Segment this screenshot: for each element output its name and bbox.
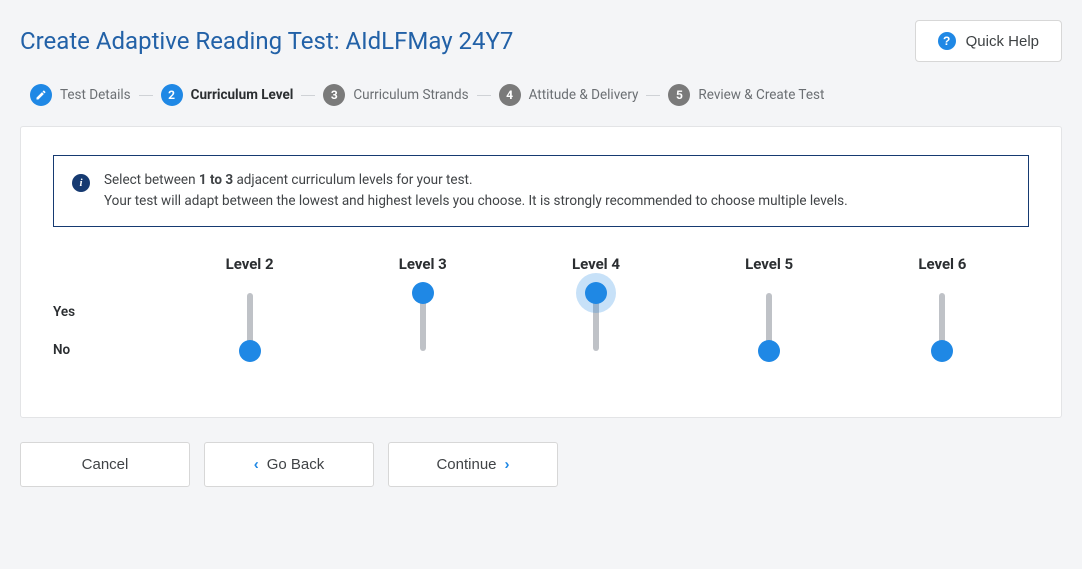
step-2[interactable]: 2 Curriculum Level: [161, 84, 294, 106]
level-column-4: Level 5: [684, 255, 854, 351]
chevron-left-icon: ‹: [254, 456, 259, 473]
quick-help-button[interactable]: ? Quick Help: [915, 20, 1062, 62]
level-header: Level 5: [745, 255, 793, 273]
level-slider-track[interactable]: [420, 293, 426, 351]
info-text: Select between 1 to 3 adjacent curriculu…: [104, 170, 848, 212]
step-circle: 2: [161, 84, 183, 106]
step-circle: [30, 84, 52, 106]
level-slider-track[interactable]: [766, 293, 772, 351]
step-5[interactable]: 5 Review & Create Test: [668, 84, 824, 106]
level-slider-handle[interactable]: [239, 340, 261, 362]
level-slider-handle[interactable]: [412, 282, 434, 304]
level-column-2: Level 3: [338, 255, 508, 351]
levels-grid: Level 2 Level 3 Level 4 Level 5 Level 6: [163, 255, 1029, 351]
level-slider-track[interactable]: [247, 293, 253, 351]
yes-no-labels: Yes No: [53, 255, 163, 369]
curriculum-level-panel: i Select between 1 to 3 adjacent curricu…: [20, 126, 1062, 418]
go-back-button[interactable]: ‹ Go Back: [204, 442, 374, 487]
levels-area: Yes No Level 2Level 3Level 4Level 5Level…: [53, 255, 1029, 369]
level-column-5: Level 6: [857, 255, 1027, 351]
step-4[interactable]: 4 Attitude & Delivery: [499, 84, 639, 106]
step-label: Curriculum Level: [191, 87, 294, 103]
level-column-1: Level 2: [165, 255, 335, 351]
level-header: Level 2: [226, 255, 274, 273]
no-label: No: [53, 331, 163, 369]
level-header: Level 3: [399, 255, 447, 273]
step-circle: 4: [499, 84, 521, 106]
cancel-button[interactable]: Cancel: [20, 442, 190, 487]
pencil-icon: [35, 89, 47, 101]
step-3[interactable]: 3 Curriculum Strands: [323, 84, 468, 106]
step-separator: [477, 95, 491, 96]
step-circle: 5: [668, 84, 690, 106]
yes-label: Yes: [53, 293, 163, 331]
level-slider-track[interactable]: [939, 293, 945, 351]
level-column-3: Level 4: [511, 255, 681, 351]
stepper: Test Details 2 Curriculum Level 3 Curriculum…: [20, 84, 1062, 106]
step-separator: [301, 95, 315, 96]
info-box: i Select between 1 to 3 adjacent curricu…: [53, 155, 1029, 227]
chevron-right-icon: ›: [505, 456, 510, 473]
step-label: Test Details: [60, 87, 131, 103]
quick-help-label: Quick Help: [966, 33, 1039, 50]
level-header: Level 4: [572, 255, 620, 273]
step-separator: [646, 95, 660, 96]
level-slider-handle[interactable]: [758, 340, 780, 362]
level-header: Level 6: [918, 255, 966, 273]
step-separator: [139, 95, 153, 96]
step-circle: 3: [323, 84, 345, 106]
level-slider-track[interactable]: [593, 293, 599, 351]
page-title: Create Adaptive Reading Test: AIdLFMay 2…: [20, 27, 513, 55]
level-slider-handle[interactable]: [931, 340, 953, 362]
step-1[interactable]: Test Details: [30, 84, 131, 106]
info-icon: i: [72, 174, 90, 192]
step-label: Review & Create Test: [698, 87, 824, 103]
footer-buttons: Cancel ‹ Go Back Continue ›: [20, 442, 1062, 487]
step-label: Curriculum Strands: [353, 87, 468, 103]
level-slider-handle[interactable]: [585, 282, 607, 304]
continue-button[interactable]: Continue ›: [388, 442, 558, 487]
step-label: Attitude & Delivery: [529, 87, 639, 103]
help-icon: ?: [938, 32, 956, 50]
